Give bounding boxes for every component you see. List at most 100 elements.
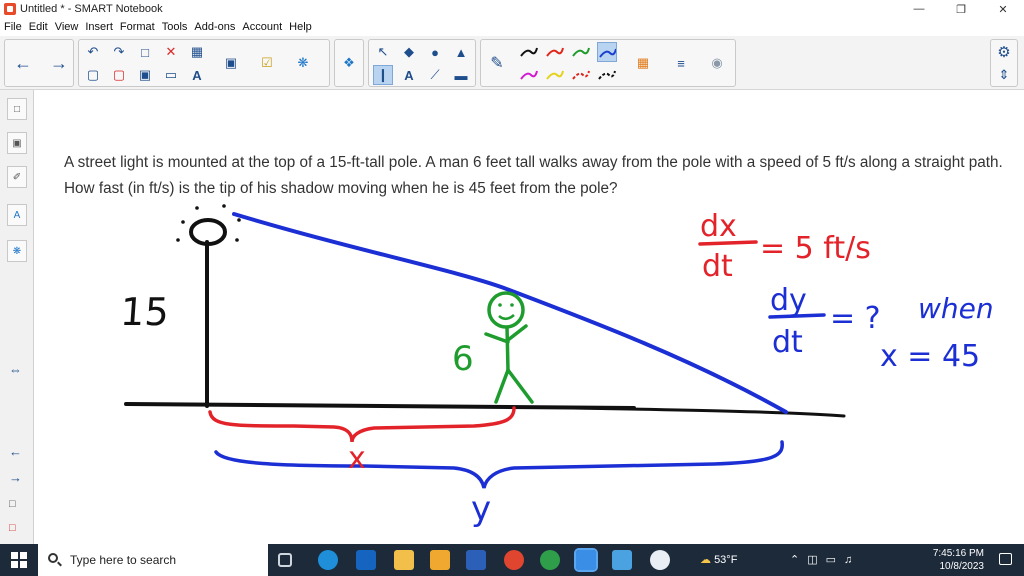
- remote-desktop-icon[interactable]: [612, 550, 632, 570]
- battery-icon[interactable]: ▭: [826, 554, 844, 566]
- start-button[interactable]: [0, 544, 38, 576]
- text-format-icon[interactable]: A: [187, 65, 207, 85]
- page-sorter-icon[interactable]: □: [7, 98, 27, 120]
- properties-icon[interactable]: A: [7, 204, 27, 226]
- man-leg: [506, 368, 534, 404]
- menu-help[interactable]: Help: [289, 21, 312, 33]
- edge-icon[interactable]: [318, 550, 338, 570]
- move-toolbar-icon[interactable]: ⇕: [994, 65, 1014, 85]
- eraser-icon[interactable]: ▬: [451, 65, 471, 85]
- pole-height-label: 15: [119, 290, 170, 334]
- x-brace: [208, 406, 516, 443]
- dx-numerator: dx: [700, 209, 737, 244]
- addons-icon[interactable]: ❋: [293, 53, 313, 73]
- menu-file[interactable]: File: [4, 21, 22, 33]
- lamp-ray: [176, 238, 180, 242]
- menu-view[interactable]: View: [55, 21, 79, 33]
- gear-icon[interactable]: ⚙: [994, 42, 1014, 62]
- menu-account[interactable]: Account: [242, 21, 282, 33]
- speedometer-icon[interactable]: [650, 550, 670, 570]
- back-icon[interactable]: ←: [13, 53, 33, 73]
- clear-page-icon[interactable]: ▢: [109, 65, 129, 85]
- pen-yellow-button[interactable]: [545, 65, 565, 85]
- edit-group: ↶ ↷ □ ✕ ▦ ▢ ▢ ▣ ▭ A ▣ ☑ ❋: [78, 39, 330, 87]
- pen-red-button[interactable]: [545, 42, 565, 62]
- pen-blue-button[interactable]: [597, 42, 617, 62]
- taskbar-search[interactable]: Type here to search: [38, 544, 268, 576]
- redo-icon[interactable]: ↷: [109, 42, 129, 62]
- next-page-icon[interactable]: →: [9, 470, 22, 485]
- pen-black-dashed-button[interactable]: [597, 65, 617, 85]
- move-sidebar-icon[interactable]: ⇔: [9, 362, 22, 377]
- outlook-icon[interactable]: [356, 550, 376, 570]
- addons-tab-icon[interactable]: ❋: [7, 240, 27, 262]
- notebook-page[interactable]: A street light is mounted at the top of …: [34, 90, 1024, 544]
- document-camera-icon[interactable]: ▣: [221, 53, 241, 73]
- fill-effects-icon[interactable]: ◉: [707, 53, 727, 73]
- fill-shape-icon[interactable]: ●: [425, 42, 445, 62]
- lamp-ray: [222, 204, 226, 208]
- task-view-icon[interactable]: [278, 553, 292, 567]
- delete-page-icon[interactable]: □: [9, 522, 16, 534]
- when-label: when: [918, 292, 994, 325]
- undo-icon[interactable]: ↶: [83, 42, 103, 62]
- network-icon[interactable]: ◫: [807, 554, 825, 566]
- search-placeholder: Type here to search: [70, 553, 177, 567]
- forward-icon[interactable]: →: [49, 53, 69, 73]
- toolbar: ← → ↶ ↷ □ ✕ ▦ ▢ ▢ ▣ ▭ A ▣ ☑ ❋ ❖ ↖ ◆ ● ▲ …: [0, 36, 1024, 90]
- line-icon[interactable]: ⟋: [425, 65, 445, 85]
- new-page-icon[interactable]: □: [135, 42, 155, 62]
- chrome-icon[interactable]: [504, 550, 524, 570]
- pen-red-dashed-button[interactable]: [571, 65, 591, 85]
- pen-icon[interactable]: ✎: [487, 53, 507, 73]
- condition-label: x = 45: [880, 339, 980, 374]
- notifications-icon[interactable]: [999, 553, 1012, 565]
- chevron-up-icon[interactable]: ⌃: [790, 554, 807, 566]
- save-icon[interactable]: ▣: [135, 65, 155, 85]
- menu-edit[interactable]: Edit: [29, 21, 48, 33]
- taskbar: Type here to search ☁ 53°F ⌃◫▭♫ 7:45:16 …: [0, 544, 1024, 576]
- shapes-icon[interactable]: ◆: [399, 42, 419, 62]
- magic-pen-icon[interactable]: ❙: [373, 65, 393, 85]
- menu-tools[interactable]: Tools: [162, 21, 188, 33]
- gallery-icon[interactable]: ▣: [7, 132, 27, 154]
- files-icon[interactable]: [430, 550, 450, 570]
- word-icon[interactable]: [466, 550, 486, 570]
- text-icon[interactable]: A: [399, 65, 419, 85]
- table-icon[interactable]: ▦: [187, 42, 207, 62]
- paste-icon[interactable]: ▢: [83, 65, 103, 85]
- menu-insert[interactable]: Insert: [85, 21, 113, 33]
- delete-icon[interactable]: ✕: [161, 42, 181, 62]
- menu-addons[interactable]: Add-ons: [194, 21, 235, 33]
- pen-black-button[interactable]: [519, 42, 539, 62]
- ground-line: [124, 402, 636, 410]
- close-button[interactable]: ✕: [982, 0, 1024, 18]
- dy-unknown: = ?: [830, 301, 881, 336]
- color-palette-icon[interactable]: ▦: [633, 53, 653, 73]
- smart-notebook-taskbar-icon[interactable]: [574, 548, 598, 572]
- y-brace: [214, 440, 784, 489]
- select-icon[interactable]: ↖: [373, 42, 393, 62]
- pen-magenta-button[interactable]: [519, 65, 539, 85]
- attachments-icon[interactable]: ✐: [7, 166, 27, 188]
- menu-format[interactable]: Format: [120, 21, 155, 33]
- extension-icon[interactable]: ❖: [339, 53, 359, 73]
- line-style-icon[interactable]: ≡: [671, 53, 691, 73]
- taskbar-clock[interactable]: 7:45:16 PM 10/8/2023: [914, 547, 984, 573]
- file-explorer-icon[interactable]: [394, 550, 414, 570]
- fill-icon[interactable]: ▲: [451, 42, 471, 62]
- chrome-profile-icon[interactable]: [540, 550, 560, 570]
- weather-widget[interactable]: ☁ 53°F: [700, 553, 737, 566]
- title-bar: Untitled * - SMART Notebook — ❐ ✕: [0, 0, 1024, 18]
- man-body: [505, 325, 510, 372]
- pen-green-button[interactable]: [571, 42, 591, 62]
- volume-icon[interactable]: ♫: [844, 554, 860, 566]
- previous-page-icon[interactable]: ←: [9, 444, 22, 459]
- add-page-icon[interactable]: □: [9, 498, 16, 510]
- minimize-button[interactable]: —: [898, 0, 940, 18]
- man-leg: [494, 368, 510, 404]
- y-label: y: [471, 489, 491, 529]
- lesson-activity-icon[interactable]: ☑: [257, 53, 277, 73]
- screen-shade-icon[interactable]: ▭: [161, 65, 181, 85]
- restore-button[interactable]: ❐: [940, 0, 982, 18]
